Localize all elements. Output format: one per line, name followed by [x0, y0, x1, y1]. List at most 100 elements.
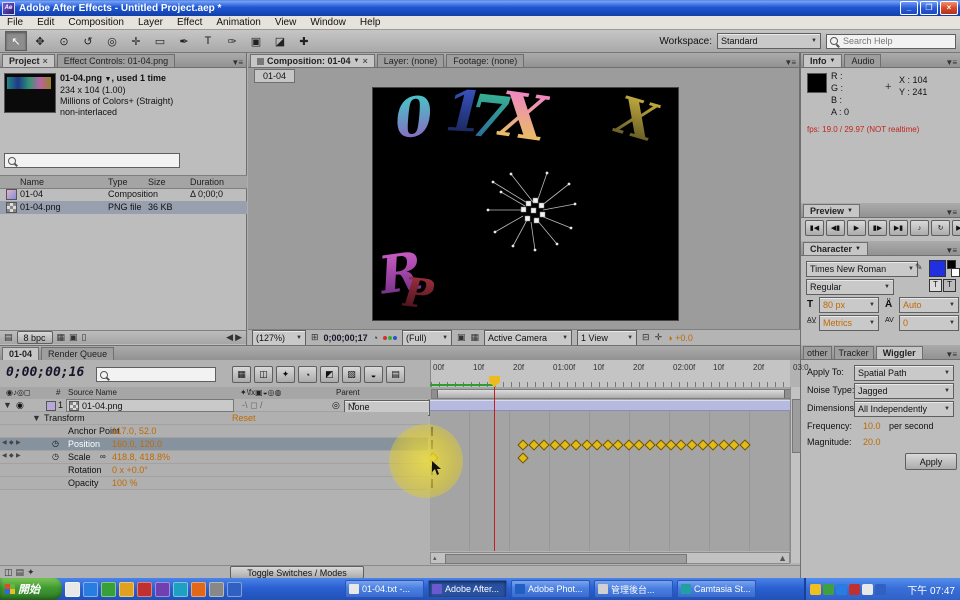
panel-menu-icon[interactable]: ▼≡: [780, 58, 799, 67]
comp-mini-flowchart-icon[interactable]: ▦: [232, 366, 251, 383]
channel-icon[interactable]: [383, 336, 397, 340]
quicklaunch-icon-2[interactable]: [83, 582, 98, 597]
pen-tool[interactable]: ✒: [173, 31, 195, 51]
quicklaunch-icon-9[interactable]: [209, 582, 224, 597]
menu-composition[interactable]: Composition: [61, 17, 131, 28]
position-keyframe[interactable]: [687, 439, 698, 450]
rotation-tool[interactable]: ↺: [77, 31, 99, 51]
menu-help[interactable]: Help: [353, 17, 388, 28]
position-keyframe[interactable]: [570, 439, 581, 450]
tray-icon-3[interactable]: [836, 584, 847, 595]
hide-shy-icon[interactable]: ✦: [276, 366, 295, 383]
property-value[interactable]: 117.0, 52.0: [112, 426, 156, 436]
resolution-dropdown[interactable]: (Full) ▼: [402, 330, 452, 346]
tray-icon-2[interactable]: [823, 584, 834, 595]
stroke-over-fill-icon[interactable]: T: [943, 279, 956, 292]
noisetype-dropdown[interactable]: Jagged▼: [854, 383, 954, 399]
play-button[interactable]: ▶: [847, 220, 866, 236]
position-keyframe[interactable]: [739, 439, 750, 450]
position-keyframe[interactable]: [517, 439, 528, 450]
next-frame-button[interactable]: ▮▶: [868, 220, 887, 236]
project-row-01-04[interactable]: 01-04CompositionΔ 0;00;0: [0, 188, 247, 201]
tab-effect-controls[interactable]: Effect Controls: 01-04.png: [57, 54, 175, 67]
exposure-value[interactable]: ◑ +0.0: [667, 333, 693, 343]
frequency-value[interactable]: 10.0: [863, 421, 881, 431]
menu-edit[interactable]: Edit: [30, 17, 61, 28]
chevron-down-icon[interactable]: ▼: [354, 58, 360, 64]
font-family-dropdown[interactable]: Times New Roman ▼: [806, 261, 918, 277]
first-frame-button[interactable]: ▮◀: [805, 220, 824, 236]
tab-audio[interactable]: Audio: [844, 54, 881, 67]
timeline-search-input[interactable]: [111, 369, 212, 381]
start-button[interactable]: 開始: [0, 578, 62, 600]
property-name[interactable]: Position: [68, 439, 100, 449]
column-name[interactable]: Name: [20, 177, 44, 187]
time-ruler[interactable]: 00f10f20f01:00f10f20f02:00f10f20f03:0: [430, 360, 790, 387]
new-folder-icon[interactable]: ▦: [57, 332, 66, 343]
position-keyframe[interactable]: [707, 439, 718, 450]
work-area-bar[interactable]: [431, 389, 791, 399]
panel-menu-icon[interactable]: ▼≡: [227, 58, 246, 67]
dimensions-dropdown[interactable]: All Independently▼: [854, 401, 954, 417]
menu-window[interactable]: Window: [303, 17, 353, 28]
timeline-vertical-scrollbar[interactable]: [790, 387, 800, 563]
close-icon[interactable]: ×: [362, 56, 367, 66]
visibility-eye-icon[interactable]: ◉: [16, 400, 24, 411]
tab-character[interactable]: Character ▼: [803, 242, 868, 255]
tray-icon-6[interactable]: [875, 584, 886, 595]
property-row-rotation[interactable]: Rotation0 x +0.0°: [0, 464, 428, 477]
menu-animation[interactable]: Animation: [209, 17, 267, 28]
expand-inout-pane-icon[interactable]: ▤: [16, 567, 25, 578]
ram-preview-button[interactable]: ▶▶: [952, 220, 960, 236]
project-search-input[interactable]: [19, 155, 176, 167]
quicklaunch-icon-5[interactable]: [137, 582, 152, 597]
stopwatch-icon[interactable]: ◷: [52, 439, 59, 448]
panel-menu-icon[interactable]: ▼≡: [941, 208, 960, 217]
twirl-open-icon[interactable]: ▼: [32, 413, 41, 423]
minimize-button[interactable]: _: [900, 1, 918, 15]
audio-toggle-button[interactable]: ♪: [910, 220, 929, 236]
apply-button[interactable]: Apply: [905, 453, 957, 470]
property-row-anchor-point[interactable]: Anchor Point117.0, 52.0: [0, 425, 428, 438]
keyframe-nav-prev-icon[interactable]: ◀: [2, 439, 7, 446]
help-search[interactable]: [826, 34, 956, 49]
tab-timeline-comp[interactable]: 01-04: [2, 347, 39, 360]
tab-layer[interactable]: Layer: (none): [377, 54, 445, 67]
position-keyframe[interactable]: [613, 439, 624, 450]
tray-icon-5[interactable]: [862, 584, 873, 595]
prev-frame-button[interactable]: ◀▮: [826, 220, 845, 236]
swap-color-swatch[interactable]: [951, 268, 960, 277]
tab-smoother[interactable]: other: [803, 346, 832, 359]
camera-dropdown[interactable]: Active Camera ▼: [484, 330, 572, 346]
quicklaunch-icon-4[interactable]: [119, 582, 134, 597]
selection-tool[interactable]: ↖: [5, 31, 27, 51]
restore-button[interactable]: ❐: [920, 1, 938, 15]
snapshot-icon[interactable]: ◔: [373, 333, 378, 343]
property-value[interactable]: 100 %: [112, 478, 138, 488]
timeline-zoom-scrollbar[interactable]: ▴ ▲: [430, 552, 790, 564]
task-button-1[interactable]: 01-04.txt -...: [345, 580, 424, 598]
menu-view[interactable]: View: [268, 17, 304, 28]
fast-previews-icon[interactable]: ✛: [655, 332, 663, 343]
tab-preview[interactable]: Preview ▼: [803, 204, 860, 217]
eyedropper-icon[interactable]: ✎: [915, 262, 923, 273]
transform-reset-link[interactable]: Reset: [232, 413, 256, 423]
comp-view-tab[interactable]: 01-04: [254, 69, 295, 83]
pan-behind-tool[interactable]: ✛: [125, 31, 147, 51]
motion-blur-icon[interactable]: ◩: [320, 366, 339, 383]
eraser-tool[interactable]: ◪: [269, 31, 291, 51]
property-value[interactable]: 0 x +0.0°: [112, 465, 148, 475]
position-keyframe[interactable]: [539, 439, 550, 450]
tab-tracker[interactable]: Tracker: [834, 346, 874, 359]
frame-blend-icon[interactable]: ◔: [298, 366, 317, 383]
composition-viewer[interactable]: 017XXRP: [372, 87, 679, 321]
magnification-dropdown[interactable]: (127%) ▼: [252, 330, 306, 346]
panel-menu-icon[interactable]: ▼≡: [941, 246, 960, 255]
task-button-3[interactable]: Adobe Phot...: [511, 580, 590, 598]
tray-icon-1[interactable]: [810, 584, 821, 595]
project-search[interactable]: [4, 153, 180, 168]
layer-source-name[interactable]: 01-04.png: [66, 399, 234, 412]
draft-3d-icon[interactable]: ◫: [254, 366, 273, 383]
zoom-in-icon[interactable]: ▲: [778, 553, 787, 563]
comp-timecode[interactable]: 0;00;00;17: [324, 333, 368, 343]
